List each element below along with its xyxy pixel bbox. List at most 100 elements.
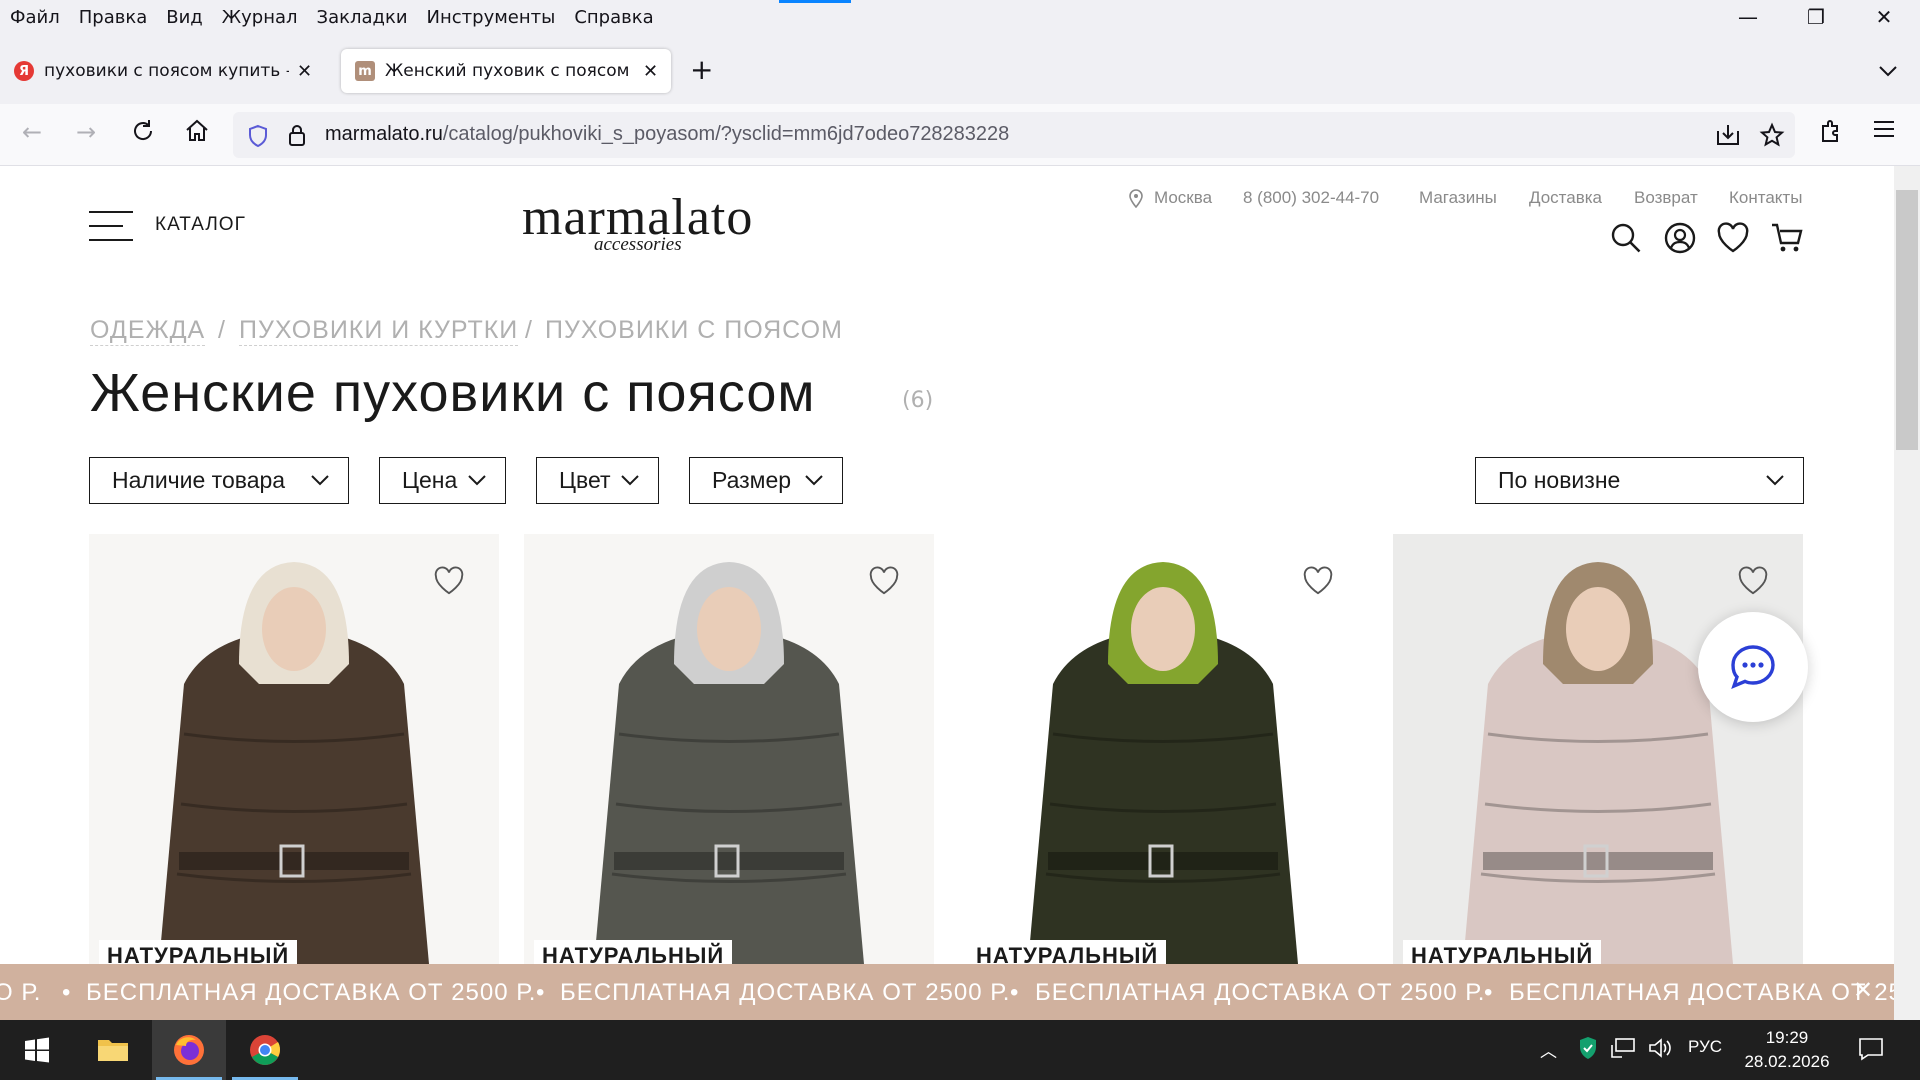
nav-link-delivery[interactable]: Доставка: [1529, 188, 1602, 208]
back-arrow-icon[interactable]: ←: [22, 118, 42, 146]
volume-icon[interactable]: [1648, 1037, 1672, 1064]
add-to-favorites-heart-icon[interactable]: [433, 566, 465, 600]
product-label: НАТУРАЛЬНЫЙ: [99, 940, 298, 964]
tab-loading-indicator: [779, 0, 851, 3]
system-clock[interactable]: 19:29 28.02.2026: [1737, 1026, 1837, 1074]
start-windows-icon[interactable]: [0, 1020, 74, 1080]
tab-bar: Я пуховики с поясом купить — Я ✕ m Женск…: [0, 34, 1920, 104]
product-label: НАТУРАЛЬНЫЙ: [968, 940, 1167, 964]
account-icon[interactable]: [1664, 222, 1696, 258]
notifications-icon[interactable]: [1858, 1037, 1884, 1066]
cart-icon[interactable]: [1770, 222, 1804, 258]
filter-color[interactable]: Цвет: [536, 457, 659, 504]
favorites-heart-icon[interactable]: [1716, 222, 1750, 258]
add-to-favorites-heart-icon[interactable]: [1737, 566, 1769, 600]
promo-text: БЕСПЛАТНАЯ ДОСТАВКА ОТ 2500 Р.: [86, 979, 537, 1006]
product-card[interactable]: НАТУРАЛЬНЫЙ: [958, 534, 1368, 964]
menu-bar: Файл Правка Вид Журнал Закладки Инструме…: [0, 0, 1920, 34]
sort-label: По новизне: [1498, 467, 1621, 493]
menu-help[interactable]: Справка: [574, 7, 653, 28]
breadcrumb-separator: /: [525, 316, 533, 344]
filter-label: Цвет: [559, 467, 611, 493]
chevron-down-icon: [621, 475, 639, 486]
filter-price[interactable]: Цена: [379, 457, 506, 504]
site-logo-subtitle: accessories: [594, 234, 682, 255]
catalog-link[interactable]: КАТАЛОГ: [155, 214, 246, 236]
add-to-favorites-heart-icon[interactable]: [1302, 566, 1334, 600]
url-bar[interactable]: marmalato.ru/catalog/pukhoviki_s_poyasom…: [233, 112, 1795, 158]
marmalato-favicon-icon: m: [355, 61, 375, 81]
chrome-taskbar-icon[interactable]: [228, 1020, 302, 1080]
chevron-down-icon: [805, 475, 823, 486]
forward-arrow-icon[interactable]: →: [76, 118, 96, 146]
network-icon[interactable]: [1610, 1037, 1636, 1064]
chevron-down-icon: [1766, 475, 1784, 486]
nav-link-returns[interactable]: Возврат: [1634, 188, 1698, 208]
close-promo-icon[interactable]: ✕: [1853, 976, 1873, 1004]
app-menu-icon[interactable]: [1872, 118, 1896, 146]
minimize-button[interactable]: —: [1714, 0, 1782, 34]
tab-marmalato[interactable]: m Женский пуховик с поясом купить ✕: [341, 49, 671, 93]
yandex-favicon-icon: Я: [14, 61, 34, 81]
clock-date: 28.02.2026: [1744, 1052, 1830, 1071]
new-tab-button[interactable]: +: [690, 53, 713, 86]
tab-yandex[interactable]: Я пуховики с поясом купить — Я ✕: [0, 49, 330, 93]
breadcrumb-separator: /: [218, 316, 226, 344]
menu-history[interactable]: Журнал: [222, 7, 298, 28]
breadcrumb-jackets[interactable]: ПУХОВИКИ И КУРТКИ: [239, 316, 519, 346]
menu-edit[interactable]: Правка: [79, 7, 148, 28]
phone-link[interactable]: 8 (800) 302-44-70: [1243, 188, 1379, 208]
language-indicator[interactable]: РУС: [1688, 1037, 1722, 1057]
menu-view[interactable]: Вид: [166, 7, 203, 28]
navigation-toolbar: ← → marmalato.ru/catalog/pukhoviki_s_poy…: [0, 104, 1920, 166]
promo-text: БЕСПЛАТНАЯ ДОСТАВКА ОТ 2500 Р.: [560, 979, 1011, 1006]
web-page: КАТАЛОГ marmalato accessories Москва 8 (…: [0, 166, 1894, 964]
add-to-favorites-heart-icon[interactable]: [868, 566, 900, 600]
search-icon[interactable]: [1610, 222, 1642, 258]
home-icon[interactable]: [184, 118, 210, 150]
url-text[interactable]: marmalato.ru/catalog/pukhoviki_s_poyasom…: [325, 123, 1009, 146]
promo-banner: О Р. • БЕСПЛАТНАЯ ДОСТАВКА ОТ 2500 Р. • …: [0, 964, 1894, 1020]
bookmark-star-icon[interactable]: [1759, 122, 1785, 152]
security-shield-icon[interactable]: [1578, 1036, 1598, 1065]
tray-expand-icon[interactable]: ︿: [1540, 1037, 1557, 1062]
extensions-icon[interactable]: [1818, 118, 1844, 150]
filter-availability[interactable]: Наличие товара: [89, 457, 349, 504]
promo-text: БЕСПЛАТНАЯ ДОСТАВКА ОТ 2500 Р.: [1509, 979, 1894, 1006]
chat-button[interactable]: [1698, 612, 1808, 722]
lock-icon[interactable]: [287, 123, 307, 151]
tab-title: Женский пуховик с поясом купить: [385, 61, 635, 81]
windows-taskbar: ︿ РУС 19:29 28.02.2026: [0, 1020, 1920, 1080]
close-tab-icon[interactable]: ✕: [297, 61, 312, 82]
reload-icon[interactable]: [130, 118, 156, 150]
menu-tools[interactable]: Инструменты: [427, 7, 556, 28]
catalog-menu-icon[interactable]: [89, 211, 133, 253]
location-pin-icon: [1128, 188, 1144, 212]
nav-link-stores[interactable]: Магазины: [1419, 188, 1497, 208]
breadcrumb-clothing[interactable]: ОДЕЖДА: [90, 316, 206, 346]
menu-bookmarks[interactable]: Закладки: [317, 7, 408, 28]
nav-link-contacts[interactable]: Контакты: [1729, 188, 1802, 208]
tab-list-chevron-icon[interactable]: [1878, 58, 1898, 82]
scrollbar-thumb[interactable]: [1896, 190, 1918, 450]
city-selector[interactable]: Москва: [1154, 188, 1212, 208]
close-window-button[interactable]: ✕: [1850, 0, 1918, 34]
sort-select[interactable]: По новизне: [1475, 457, 1804, 504]
product-count: (6): [902, 388, 934, 413]
file-explorer-icon[interactable]: [76, 1020, 150, 1080]
shield-icon[interactable]: [247, 124, 269, 152]
product-card[interactable]: НАТУРАЛЬНЫЙ: [524, 534, 934, 964]
product-card[interactable]: НАТУРАЛЬНЫЙ: [89, 534, 499, 964]
chat-bubble-icon: [1731, 645, 1775, 690]
promo-text: БЕСПЛАТНАЯ ДОСТАВКА ОТ 2500 Р.: [1035, 979, 1486, 1006]
product-card[interactable]: НАТУРАЛЬНЫЙ: [1393, 534, 1803, 964]
clock-time: 19:29: [1765, 1028, 1809, 1047]
menu-file[interactable]: Файл: [10, 7, 60, 28]
filter-size[interactable]: Размер: [689, 457, 843, 504]
close-tab-icon[interactable]: ✕: [643, 61, 658, 82]
firefox-taskbar-icon[interactable]: [152, 1020, 226, 1080]
restore-button[interactable]: ❐: [1782, 0, 1850, 34]
download-icon[interactable]: [1715, 123, 1741, 151]
filter-label: Размер: [712, 467, 792, 493]
promo-text-fragment: О Р.: [0, 979, 42, 1006]
